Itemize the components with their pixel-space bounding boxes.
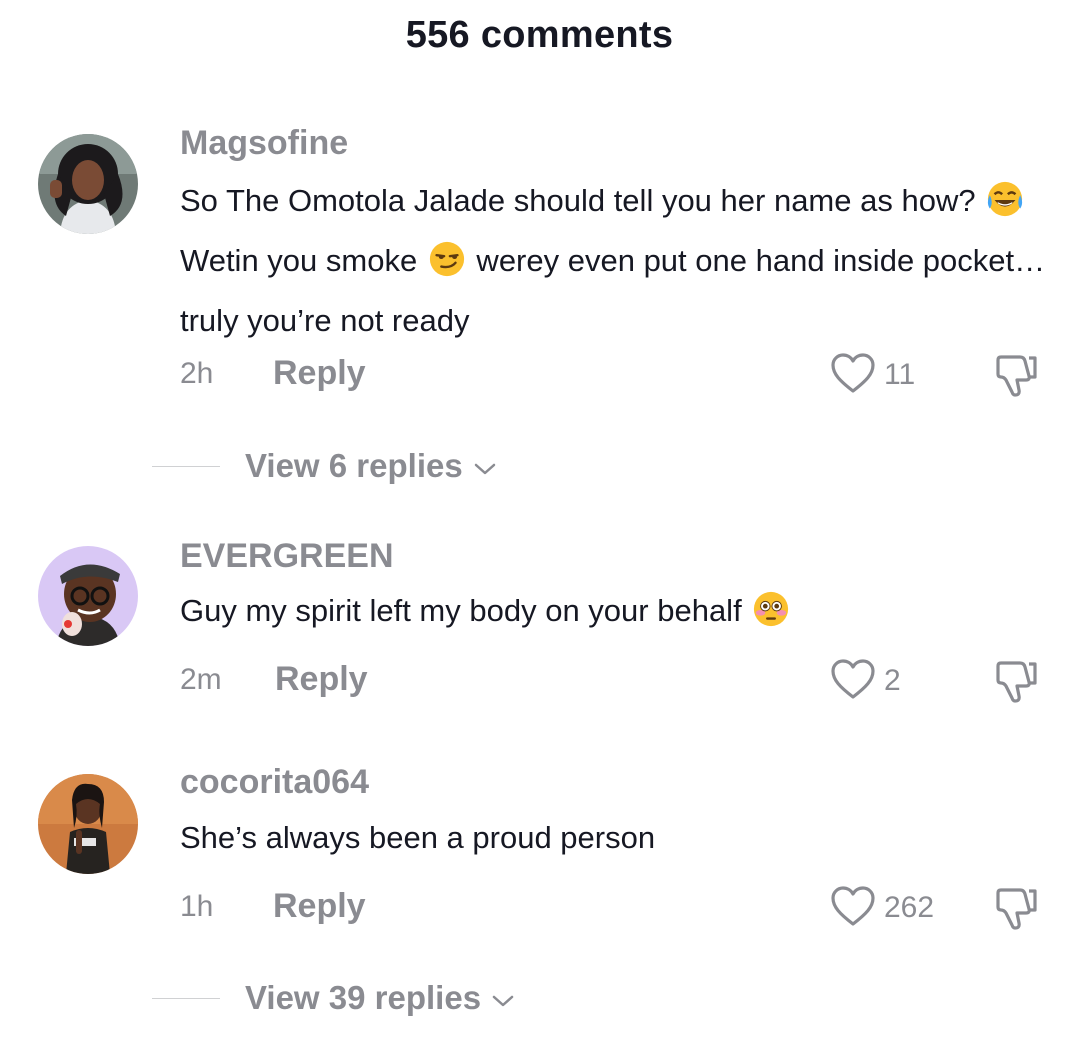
reply-button[interactable]: Reply [273, 354, 366, 393]
like-button[interactable]: 262 [830, 883, 934, 933]
comment-text: So The Omotola Jalade should tell you he… [180, 174, 1050, 347]
dislike-button[interactable] [992, 885, 1040, 936]
view-replies-button[interactable]: View 6 replies [245, 447, 497, 485]
avatar[interactable] [38, 546, 138, 646]
like-count: 2 [884, 664, 901, 697]
comment-timestamp: 2m [180, 663, 222, 696]
heart-icon [830, 352, 876, 399]
chevron-down-icon [463, 447, 497, 485]
smirking-face-icon [428, 240, 466, 294]
divider [152, 997, 220, 999]
reply-button[interactable]: Reply [275, 660, 368, 699]
reply-button[interactable]: Reply [273, 887, 366, 926]
view-replies-label: View 39 replies [245, 979, 482, 1016]
comment-username[interactable]: Magsofine [180, 124, 348, 163]
dislike-button[interactable] [992, 658, 1040, 709]
thumbs-down-icon [992, 355, 1040, 402]
view-replies-row: View 39 replies [152, 978, 515, 1018]
chevron-down-icon [481, 979, 515, 1017]
avatar[interactable] [38, 774, 138, 874]
like-count: 11 [884, 358, 916, 391]
view-replies-row: View 6 replies [152, 446, 497, 486]
face-with-tears-of-joy-icon [986, 180, 1024, 234]
comment-username[interactable]: cocorita064 [180, 763, 369, 802]
comment-actions: 1h Reply 262 [180, 883, 1050, 933]
like-button[interactable]: 11 [830, 350, 915, 400]
comment-text-part: Guy my spirit left my body on your behal… [180, 593, 751, 628]
thumbs-down-icon [992, 661, 1040, 708]
comment-actions: 2m Reply 2 [180, 656, 1050, 706]
thumbs-down-icon [992, 888, 1040, 935]
comment-text: She’s always been a proud person [180, 811, 1050, 864]
comment-text: Guy my spirit left my body on your behal… [180, 584, 1050, 644]
like-button[interactable]: 2 [830, 656, 901, 706]
comment-timestamp: 1h [180, 890, 214, 923]
dislike-button[interactable] [992, 352, 1040, 403]
comment-timestamp: 2h [180, 357, 214, 390]
avatar[interactable] [38, 134, 138, 234]
comment-text-part: She’s always been a proud person [180, 820, 656, 855]
view-replies-button[interactable]: View 39 replies [245, 979, 515, 1017]
heart-icon [830, 885, 876, 932]
divider [152, 465, 220, 467]
like-count: 262 [884, 891, 935, 924]
comment-username[interactable]: EVERGREEN [180, 537, 394, 576]
comment-text-part: So The Omotola Jalade should tell you he… [180, 183, 985, 218]
view-replies-label: View 6 replies [245, 447, 463, 484]
comment-actions: 2h Reply 11 [180, 350, 1050, 400]
comment-text-part: Wetin you smoke [180, 243, 426, 278]
heart-icon [830, 658, 876, 705]
page-title: 556 comments [405, 14, 674, 56]
flushed-face-icon [752, 590, 790, 644]
